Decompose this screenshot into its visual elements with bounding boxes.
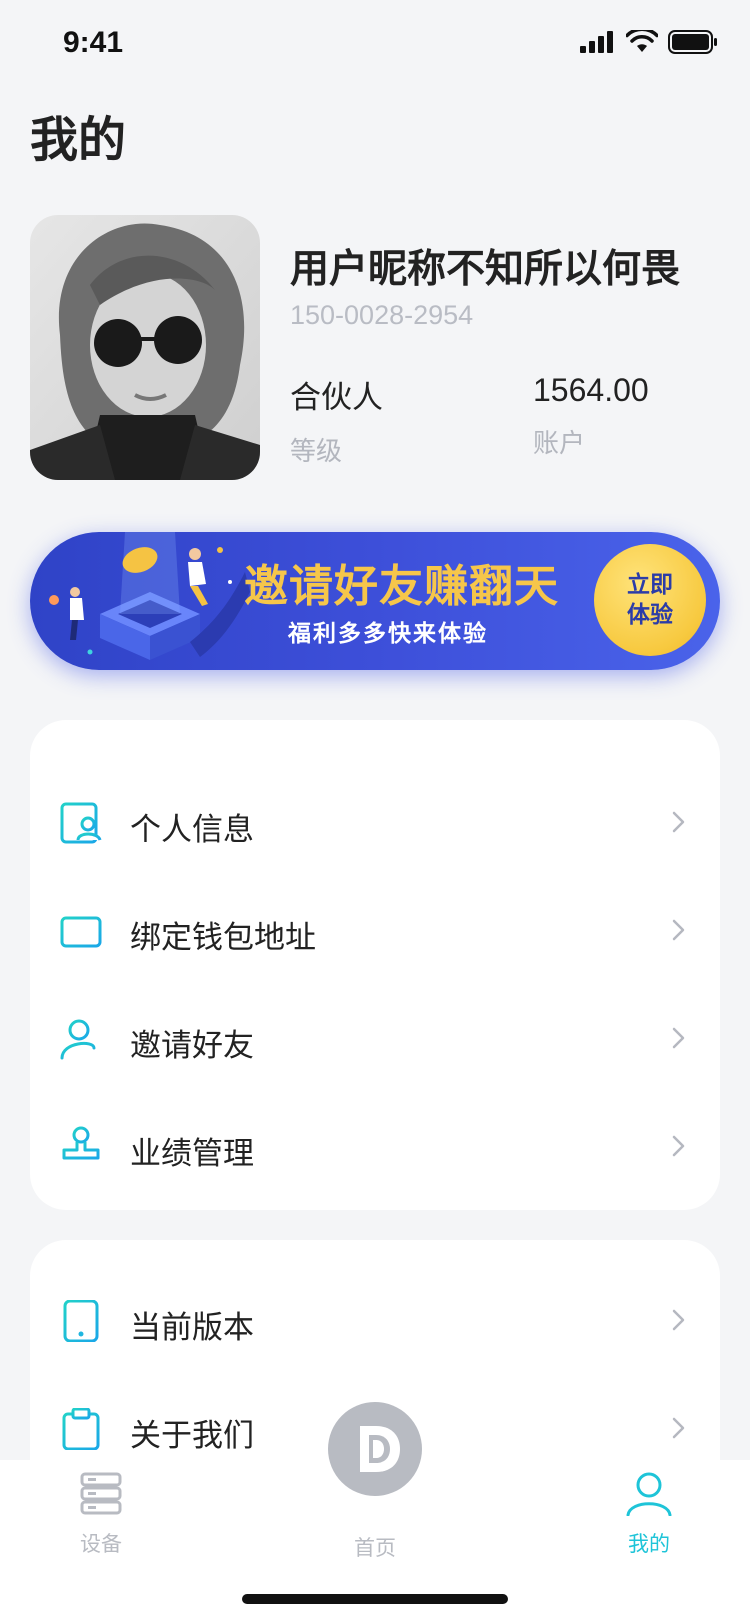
avatar[interactable]	[30, 215, 260, 480]
menu-card-main: 个人信息 绑定钱包地址 邀请好友 业绩管理	[30, 720, 720, 1210]
level-label: 等级	[290, 437, 343, 467]
status-icons	[580, 30, 718, 54]
account-label: 账户	[533, 429, 586, 459]
stamp-icon	[62, 1126, 100, 1167]
menu-item-current-version[interactable]: 当前版本	[30, 1266, 720, 1374]
user-phone: 150-0028-2954	[290, 300, 474, 330]
menu-item-personal-info[interactable]: 个人信息	[30, 768, 720, 876]
chevron-right-icon	[672, 811, 685, 833]
menu-item-bind-wallet[interactable]: 绑定钱包地址	[30, 876, 720, 984]
tab-mine-label: 我的	[628, 1532, 670, 1556]
chevron-right-icon	[672, 919, 685, 941]
level-stat: 合伙人 等级	[290, 372, 383, 468]
account-stat[interactable]: 1564.00 账户	[533, 372, 649, 460]
add-user-icon	[60, 1019, 101, 1060]
account-value: 1564.00	[533, 372, 649, 408]
menu-item-performance[interactable]: 业绩管理	[30, 1092, 720, 1200]
banner-illustration	[49, 532, 250, 660]
tab-home-label-wrap: 首页	[315, 1524, 435, 1562]
level-value: 合伙人	[290, 380, 383, 416]
menu-item-label: 当前版本	[130, 1310, 254, 1346]
tab-devices-label: 设备	[80, 1532, 122, 1556]
profile-card-icon	[60, 802, 102, 844]
tab-home-label: 首页	[354, 1536, 396, 1560]
menu-item-label: 邀请好友	[130, 1028, 254, 1064]
chevron-right-icon	[672, 1027, 685, 1049]
banner-subtitle: 福利多多快来体验	[288, 621, 488, 647]
tab-mine[interactable]: 我的	[589, 1472, 709, 1558]
user-nickname: 用户昵称不知所以何畏	[290, 247, 681, 292]
status-bar: 9:41	[0, 0, 750, 90]
banner-cta-button[interactable]: 立即 体验	[594, 544, 706, 656]
chevron-right-icon	[672, 1135, 685, 1157]
menu-item-label: 绑定钱包地址	[130, 920, 316, 956]
tab-home[interactable]	[311, 1385, 439, 1513]
avatar-photo	[30, 215, 260, 480]
chevron-right-icon	[672, 1417, 685, 1439]
user-icon	[626, 1472, 672, 1517]
status-time: 9:41	[63, 26, 124, 59]
chevron-right-icon	[672, 1309, 685, 1331]
wallet-card-icon	[60, 916, 102, 948]
banner-title: 邀请好友赚翻天	[244, 561, 559, 612]
phone-device-icon	[63, 1300, 99, 1342]
clipboard-icon	[62, 1408, 100, 1450]
home-logo-button	[328, 1402, 422, 1496]
tab-devices[interactable]: 设备	[41, 1472, 161, 1558]
cta-line-2: 体验	[627, 602, 673, 628]
menu-item-label: 业绩管理	[130, 1136, 254, 1172]
cta-line-1: 立即	[627, 572, 673, 598]
menu-item-label: 关于我们	[130, 1418, 254, 1454]
wifi-icon	[626, 30, 658, 52]
home-indicator	[242, 1594, 508, 1604]
d-logo-icon	[360, 1426, 400, 1472]
menu-item-label: 个人信息	[130, 812, 254, 848]
signal-icon	[580, 31, 613, 53]
server-icon	[80, 1472, 122, 1515]
menu-item-invite-friends[interactable]: 邀请好友	[30, 984, 720, 1092]
invite-banner[interactable]: 邀请好友赚翻天 福利多多快来体验 立即 体验	[30, 532, 720, 670]
page-title: 我的	[30, 112, 127, 168]
battery-icon	[668, 30, 717, 54]
